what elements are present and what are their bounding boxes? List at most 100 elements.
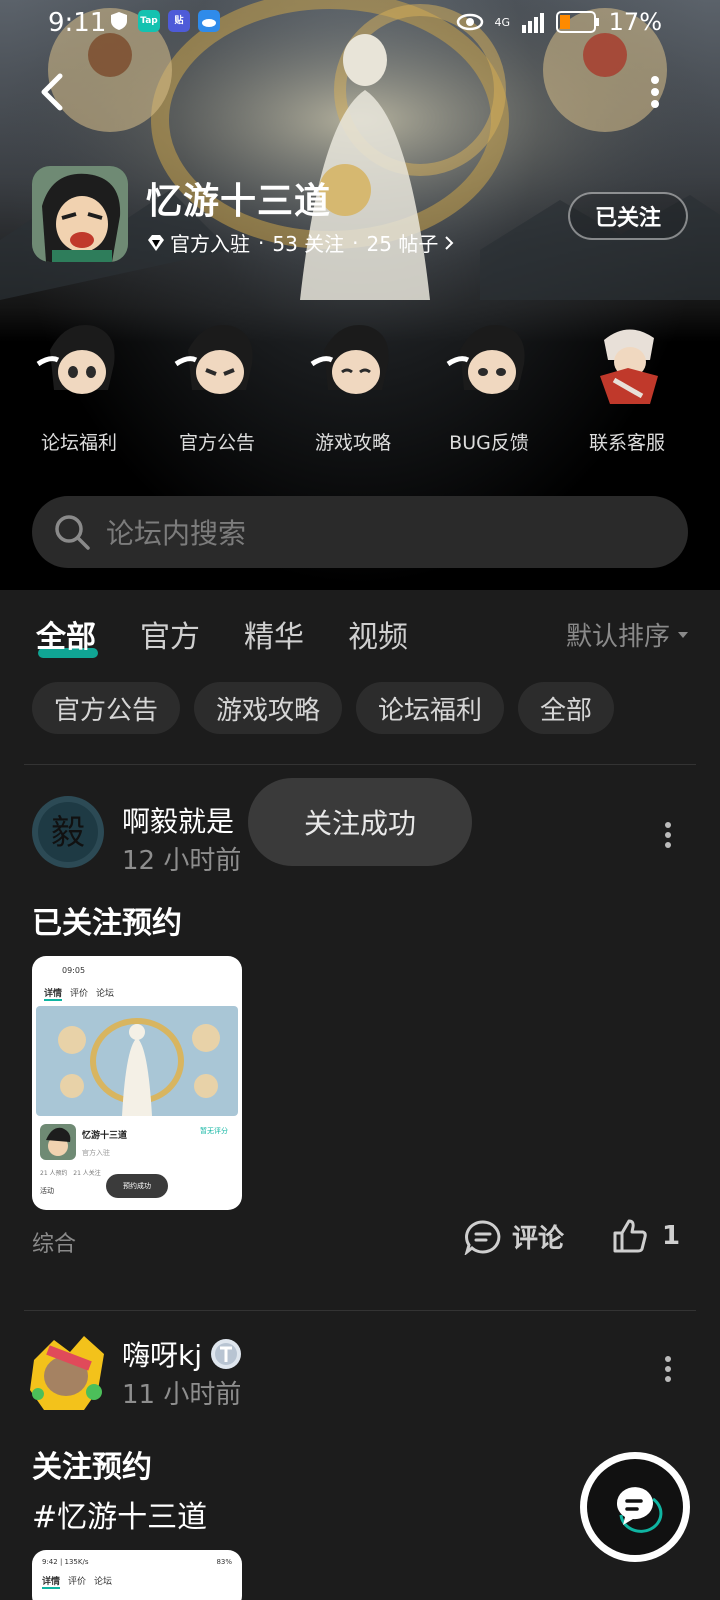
thumb-tab: 论坛 xyxy=(94,1577,113,1587)
thumb-activity: 活动 xyxy=(40,1187,54,1195)
tab-official[interactable]: 官方 xyxy=(140,612,200,656)
thumb-status-time: 9:42 | 135K/s xyxy=(42,1558,89,1566)
thumb-banner xyxy=(36,1006,238,1116)
thumb-tab: 评价 xyxy=(68,1577,87,1587)
notification-icons: Tap 贴 xyxy=(108,10,220,32)
chat-bubble-icon xyxy=(616,1487,663,1533)
sort-label: 默认排序 xyxy=(566,622,671,652)
post-title[interactable]: 已关注预约 xyxy=(32,898,182,942)
shortcut-bug-report[interactable]: BUG反馈 xyxy=(424,320,554,460)
post-title[interactable]: 关注预约 xyxy=(32,1442,152,1486)
more-options-icon[interactable] xyxy=(640,72,670,112)
chibi-avatar-icon xyxy=(36,325,115,394)
eye-icon xyxy=(457,13,484,31)
thumbs-up-icon xyxy=(613,1219,647,1253)
divider xyxy=(24,764,696,765)
post-image[interactable]: 09:05 详情 评价 论坛 忆游十三道 暂无评分 官方入驻 21 人预约 21… xyxy=(32,956,242,1210)
thumb-tab: 详情 xyxy=(44,986,63,1001)
thumb-battery: 83% xyxy=(216,1558,232,1566)
shortcut-label: 官方公告 xyxy=(178,432,255,454)
thumb-game-icon xyxy=(40,1124,76,1160)
chevron-right-icon xyxy=(445,235,454,250)
level-badge-icon xyxy=(211,1339,241,1369)
thumb-stats: 21 人预约 21 人关注 xyxy=(40,1170,101,1177)
post-author: 嗨呀kj xyxy=(122,1339,202,1372)
shortcut-forum-welfare[interactable]: 论坛福利 xyxy=(14,320,144,460)
thumb-tab: 详情 xyxy=(42,1574,61,1589)
chibi-avatar-icon xyxy=(446,325,525,394)
shortcut-game-guide[interactable]: 游戏攻略 xyxy=(288,320,418,460)
tab-all[interactable]: 全部 xyxy=(36,612,96,656)
thumb-tab: 评价 xyxy=(70,989,89,999)
avatar-glyph: 毅 xyxy=(51,813,85,853)
cloud-icon xyxy=(198,10,220,32)
chibi-avatar-icon xyxy=(174,325,253,394)
forum-header: 9:11 Tap 贴 4G 17% 忆游十三道 官方入驻 · 53 关注 · 2… xyxy=(0,0,720,590)
fab-inner xyxy=(587,1459,683,1555)
post-count: 25 帖子 xyxy=(366,232,439,256)
shortcut-label: BUG反馈 xyxy=(449,432,529,454)
post-more-icon[interactable] xyxy=(660,1354,676,1384)
forum-search-bar[interactable]: 论坛内搜索 xyxy=(32,496,688,568)
thumb-toast: 预约成功 xyxy=(106,1174,168,1198)
shortcut-customer-service[interactable]: 联系客服 xyxy=(562,320,692,460)
back-icon[interactable] xyxy=(30,68,74,116)
battery-percent: 17% xyxy=(608,8,662,36)
forum-meta[interactable]: 官方入驻 · 53 关注 · 25 帖子 xyxy=(146,228,456,257)
meta-separator: · xyxy=(352,230,359,255)
post-author[interactable]: 啊毅就是 xyxy=(122,800,234,840)
shield-icon xyxy=(111,12,127,30)
post-time: 11 小时前 xyxy=(122,1380,242,1410)
forum-shortcuts: 论坛福利 官方公告 游戏攻略 BUG反馈 联系客服 xyxy=(0,320,720,460)
post-body[interactable]: #忆游十三道 xyxy=(32,1492,207,1536)
network-type: 4G xyxy=(494,15,510,29)
comment-icon xyxy=(464,1219,501,1255)
toast-message: 关注成功 xyxy=(248,778,472,866)
thumb-tab: 论坛 xyxy=(96,989,115,999)
thumb-official: 官方入驻 xyxy=(82,1149,110,1157)
comment-button[interactable]: 评论 xyxy=(464,1218,564,1255)
shortcut-official-notice[interactable]: 官方公告 xyxy=(152,320,282,460)
forum-title: 忆游十三道 xyxy=(146,181,332,222)
status-time: 9:11 xyxy=(48,8,107,38)
customer-service-avatar-icon xyxy=(600,329,658,404)
thumb-rating: 暂无评分 xyxy=(200,1127,228,1135)
post-image[interactable]: 9:42 | 135K/s 83% 详情 评价 论坛 xyxy=(32,1550,242,1600)
thumb-tabs: 详情 评价 论坛 xyxy=(42,1574,112,1589)
follow-button[interactable]: 已关注 xyxy=(568,192,688,240)
thumb-game-name: 忆游十三道 xyxy=(82,1131,128,1141)
thumb-tabs: 详情 评价 论坛 xyxy=(44,986,114,1001)
post-time: 12 小时前 xyxy=(122,846,242,876)
meta-separator: · xyxy=(258,230,265,255)
game-icon[interactable] xyxy=(32,166,128,262)
user-avatar[interactable]: 毅 xyxy=(32,796,104,868)
divider xyxy=(24,1310,696,1311)
like-count: 1 xyxy=(662,1221,681,1251)
chip-forum-welfare[interactable]: 论坛福利 xyxy=(356,682,505,734)
thumb-status-time: 09:05 xyxy=(62,966,86,975)
post-author-row[interactable]: 嗨呀kj xyxy=(122,1334,242,1374)
tab-video[interactable]: 视频 xyxy=(348,612,408,656)
chip-official-notice[interactable]: 官方公告 xyxy=(32,682,181,734)
chip-all[interactable]: 全部 xyxy=(518,682,615,734)
feed-filters: 全部 官方 精华 视频 默认排序 官方公告 游戏攻略 论坛福利 全部 xyxy=(0,592,720,762)
chat-fab-button[interactable] xyxy=(580,1452,690,1562)
diamond-icon xyxy=(148,234,164,251)
sort-dropdown[interactable]: 默认排序 xyxy=(566,616,690,653)
official-badge: 官方入驻 xyxy=(170,232,250,256)
tab-featured[interactable]: 精华 xyxy=(244,612,304,656)
signal-icon xyxy=(522,13,544,33)
status-bar: 9:11 Tap 贴 4G 17% xyxy=(0,0,720,48)
like-button[interactable]: 1 xyxy=(612,1218,680,1254)
post-more-icon[interactable] xyxy=(660,820,676,850)
battery-icon xyxy=(556,11,599,33)
follow-count: 53 关注 xyxy=(272,232,345,256)
caret-down-icon xyxy=(678,631,689,638)
user-avatar[interactable] xyxy=(24,1330,110,1416)
tieba-icon: 贴 xyxy=(168,10,190,32)
chip-game-guide[interactable]: 游戏攻略 xyxy=(194,682,343,734)
search-icon xyxy=(55,515,90,550)
chibi-avatar-icon xyxy=(310,325,389,394)
post-category[interactable]: 综合 xyxy=(32,1226,76,1258)
shortcut-label: 游戏攻略 xyxy=(314,432,391,454)
